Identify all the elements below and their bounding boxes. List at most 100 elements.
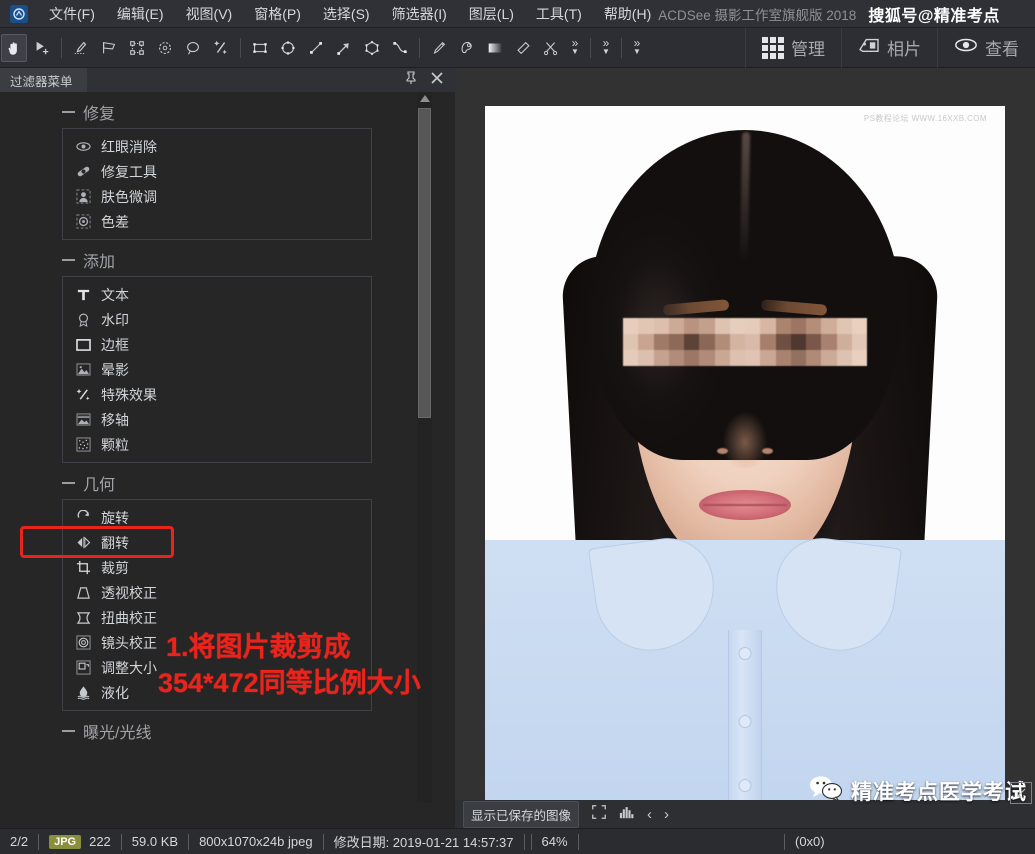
blue-shirt	[485, 532, 1005, 800]
show-saved-image-button[interactable]: 显示已保存的图像	[463, 800, 580, 828]
eraser-tool-icon[interactable]	[510, 34, 536, 62]
toolbar-overflow-3[interactable]: » ▼	[627, 33, 647, 63]
resize-grip-icon[interactable]	[1010, 782, 1032, 804]
liquify-icon	[75, 684, 92, 701]
rectangle-shape-tool-icon[interactable]	[247, 34, 273, 62]
fit-to-window-icon[interactable]	[591, 804, 607, 824]
group-label: 修复	[83, 106, 116, 123]
group-title-add[interactable]: 添加	[62, 248, 372, 272]
menu-layer[interactable]: 图层(L)	[458, 2, 525, 26]
filter-item-label: 晕影	[101, 361, 129, 378]
tab-photos[interactable]: 相片	[841, 27, 937, 68]
clone-stamp-tool-icon[interactable]	[454, 34, 480, 62]
lasso-freehand-tool-icon[interactable]	[68, 34, 94, 62]
curve-tool-icon[interactable]	[387, 34, 413, 62]
annotation-line-1: 1.将图片裁剪成	[166, 632, 351, 662]
scissors-tool-icon[interactable]	[538, 34, 564, 62]
menu-help[interactable]: 帮助(H)	[593, 2, 662, 26]
sparkle-select-tool-icon[interactable]	[208, 34, 234, 62]
polygon-tool-icon[interactable]	[359, 34, 385, 62]
filter-group-add: 添加 文本 水印 边框 晕影 特殊效果 移轴 颗粒	[62, 248, 372, 463]
shirt-button-middle	[738, 715, 752, 728]
arrow-tool-icon[interactable]	[331, 34, 357, 62]
filter-item-border[interactable]: 边框	[63, 332, 371, 357]
filter-item-label: 液化	[101, 684, 129, 701]
image-canvas[interactable]: PS教程论坛 WWW.16XXB.COM	[485, 106, 1005, 800]
hand-tool-icon[interactable]	[1, 33, 27, 62]
move-tool-icon[interactable]	[29, 34, 55, 62]
menu-filter[interactable]: 筛选器(I)	[381, 2, 458, 26]
brush-tool-icon[interactable]	[426, 34, 452, 62]
next-image-icon[interactable]: ›	[664, 806, 669, 823]
status-modified-date: 修改日期: 2019-01-21 14:57:37	[333, 835, 514, 850]
menu-file[interactable]: 文件(F)	[38, 2, 106, 26]
vignette-icon	[75, 361, 92, 378]
filter-item-skin-tune[interactable]: 肤色微调	[63, 184, 371, 209]
prev-image-icon[interactable]: ‹	[647, 806, 652, 823]
filter-item-red-eye[interactable]: 红眼消除	[63, 134, 371, 159]
format-number: 222	[89, 834, 111, 849]
filter-item-text[interactable]: 文本	[63, 282, 371, 307]
rotate-icon	[75, 509, 92, 526]
magic-select-tool-icon[interactable]	[152, 34, 178, 62]
close-icon[interactable]	[431, 71, 443, 89]
toolbar-overflow-2[interactable]: » ▼	[596, 33, 616, 63]
collapse-minus-icon[interactable]	[62, 259, 75, 261]
filter-item-watermark[interactable]: 水印	[63, 307, 371, 332]
tab-view[interactable]: 查看	[937, 27, 1035, 68]
magic-wand-tool-icon[interactable]	[180, 34, 206, 62]
toolbar-separator	[621, 37, 622, 58]
status-page-index: 2/2	[10, 834, 29, 849]
panel-tab-filter-menu[interactable]: 过滤器菜单	[0, 68, 87, 92]
filter-item-repair-tool[interactable]: 修复工具	[63, 159, 371, 184]
menu-select[interactable]: 选择(S)	[312, 2, 381, 26]
gradient-tool-icon[interactable]	[482, 34, 508, 62]
collapse-minus-icon[interactable]	[62, 482, 75, 484]
menu-pane[interactable]: 窗格(P)	[243, 2, 312, 26]
toolbar-overflow-1[interactable]: » ▼	[565, 33, 585, 63]
scroll-up-arrow-icon[interactable]	[419, 95, 430, 102]
group-title-geometry[interactable]: 几何	[62, 471, 372, 495]
histogram-icon[interactable]	[619, 805, 635, 823]
menu-bar: 文件(F) 编辑(E) 视图(V) 窗格(P) 选择(S) 筛选器(I) 图层(…	[0, 0, 1035, 28]
filter-item-vignette[interactable]: 晕影	[63, 357, 371, 382]
tab-manage[interactable]: 管理	[745, 27, 841, 68]
filter-item-grain[interactable]: 颗粒	[63, 432, 371, 457]
line-tool-icon[interactable]	[303, 34, 329, 62]
tool-bar: » ▼ » ▼ » ▼ 管理 相片 查看	[0, 27, 1035, 68]
pin-icon[interactable]	[405, 70, 417, 90]
filter-item-perspective-correction[interactable]: 透视校正	[63, 580, 371, 605]
wechat-icon	[809, 775, 843, 806]
menu-edit[interactable]: 编辑(E)	[106, 2, 175, 26]
chromatic-aberration-icon	[75, 213, 92, 230]
filter-item-label: 颗粒	[101, 436, 129, 453]
menu-view[interactable]: 视图(V)	[175, 2, 244, 26]
filter-item-label: 修复工具	[101, 163, 157, 180]
scrollbar-thumb[interactable]	[418, 108, 431, 418]
status-bar: 2/2 JPG 222 59.0 KB 800x1070x24b jpeg 修改…	[0, 828, 1035, 854]
wechat-watermark-text: 精准考点医学考试	[851, 780, 1027, 804]
group-title-exposure[interactable]: 曝光/光线	[62, 719, 372, 743]
menu-tools[interactable]: 工具(T)	[525, 2, 593, 26]
filter-item-chromatic-aberration[interactable]: 色差	[63, 209, 371, 234]
filter-item-label: 裁剪	[101, 559, 129, 576]
filter-item-special-effects[interactable]: 特殊效果	[63, 382, 371, 407]
ellipse-shape-tool-icon[interactable]	[275, 34, 301, 62]
filter-item-flip[interactable]: 翻转	[63, 530, 371, 555]
filter-item-label: 扭曲校正	[101, 609, 157, 626]
marquee-select-tool-icon[interactable]	[124, 34, 150, 62]
group-title-repair[interactable]: 修复	[62, 100, 372, 124]
filter-item-label: 色差	[101, 213, 129, 230]
filter-item-crop[interactable]: 裁剪	[63, 555, 371, 580]
lip-line	[703, 504, 787, 506]
collapse-minus-icon[interactable]	[62, 730, 75, 732]
filter-item-tilt-shift[interactable]: 移轴	[63, 407, 371, 432]
polygon-lasso-tool-icon[interactable]	[96, 34, 122, 62]
filter-item-rotate[interactable]: 旋转	[63, 505, 371, 530]
border-icon	[75, 336, 92, 353]
tab-manage-label: 管理	[791, 40, 825, 59]
filter-item-label: 透视校正	[101, 584, 157, 601]
tilt-shift-icon	[75, 411, 92, 428]
filter-item-distortion-correction[interactable]: 扭曲校正	[63, 605, 371, 630]
collapse-minus-icon[interactable]	[62, 111, 75, 113]
